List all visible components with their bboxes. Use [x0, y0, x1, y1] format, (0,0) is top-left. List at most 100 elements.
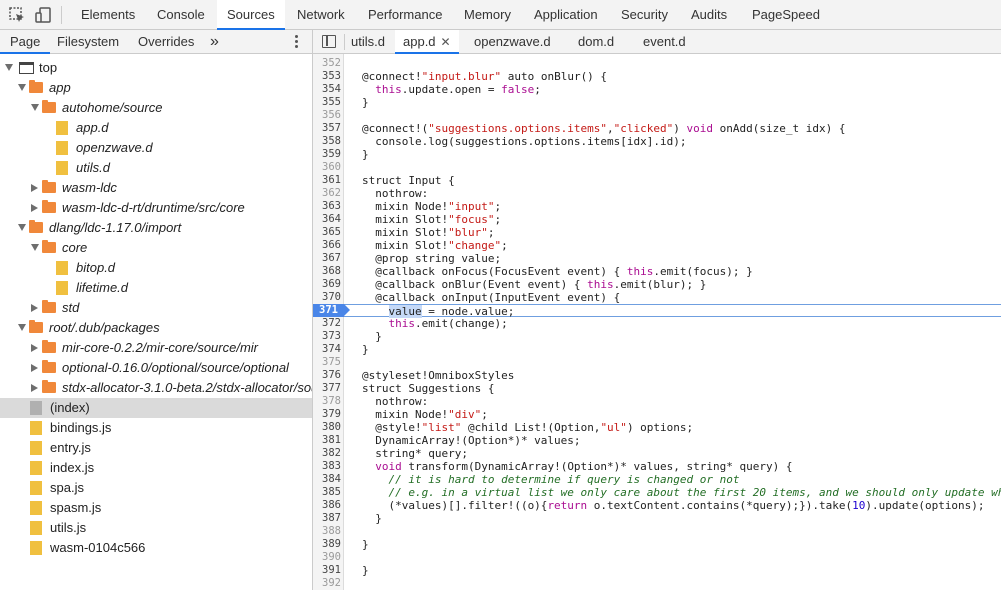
- line-number[interactable]: 355: [313, 96, 341, 109]
- line-number[interactable]: 372: [313, 317, 341, 330]
- tree-item[interactable]: bindings.js: [0, 418, 312, 438]
- editor-tab-dom-d[interactable]: dom.d: [578, 30, 614, 54]
- line-number[interactable]: 375: [313, 356, 341, 369]
- tree-item[interactable]: app: [0, 78, 312, 98]
- tree-item[interactable]: openzwave.d: [0, 138, 312, 158]
- line-number[interactable]: 383: [313, 460, 341, 473]
- tree-item[interactable]: wasm-ldc: [0, 178, 312, 198]
- tab-filesystem[interactable]: Filesystem: [57, 30, 119, 54]
- line-number[interactable]: 385: [313, 486, 341, 499]
- tab-performance[interactable]: Performance: [368, 0, 442, 30]
- line-number[interactable]: 358: [313, 135, 341, 148]
- tab-application[interactable]: Application: [534, 0, 598, 30]
- line-number[interactable]: 359: [313, 148, 341, 161]
- tree-item[interactable]: spasm.js: [0, 498, 312, 518]
- tree-item[interactable]: root/.dub/packages: [0, 318, 312, 338]
- line-number[interactable]: 362: [313, 187, 341, 200]
- line-number[interactable]: 369: [313, 278, 341, 291]
- tree-item[interactable]: utils.d: [0, 158, 312, 178]
- tab-sources[interactable]: Sources: [217, 0, 285, 30]
- collapsed-arrow-icon[interactable]: [31, 304, 38, 312]
- line-number[interactable]: 391: [313, 564, 341, 577]
- line-number[interactable]: 373: [313, 330, 341, 343]
- tab-network[interactable]: Network: [297, 0, 345, 30]
- line-number[interactable]: 364: [313, 213, 341, 226]
- inspect-element-icon[interactable]: [8, 6, 26, 24]
- tree-item[interactable]: top: [0, 58, 312, 78]
- line-number[interactable]: 376: [313, 369, 341, 382]
- line-number[interactable]: 361: [313, 174, 341, 187]
- tree-item[interactable]: autohome/source: [0, 98, 312, 118]
- tree-item[interactable]: wasm-ldc-d-rt/druntime/src/core: [0, 198, 312, 218]
- collapsed-arrow-icon[interactable]: [31, 204, 38, 212]
- line-number[interactable]: 365: [313, 226, 341, 239]
- tab-page[interactable]: Page: [0, 30, 51, 54]
- editor-tab-openzwave-d[interactable]: openzwave.d: [474, 30, 551, 54]
- tree-item[interactable]: index.js: [0, 458, 312, 478]
- line-number[interactable]: 380: [313, 421, 341, 434]
- line-number[interactable]: 379: [313, 408, 341, 421]
- tab-security[interactable]: Security: [621, 0, 668, 30]
- line-number[interactable]: 368: [313, 265, 341, 278]
- line-number[interactable]: 370: [313, 291, 341, 304]
- expanded-arrow-icon[interactable]: [18, 224, 26, 231]
- line-number[interactable]: 392: [313, 577, 341, 590]
- tree-item[interactable]: app.d: [0, 118, 312, 138]
- expanded-arrow-icon[interactable]: [31, 104, 39, 111]
- line-number[interactable]: 388: [313, 525, 341, 538]
- line-number[interactable]: 366: [313, 239, 341, 252]
- expanded-arrow-icon[interactable]: [18, 84, 26, 91]
- editor-tab-utils-d[interactable]: utils.d: [351, 30, 385, 54]
- tree-item[interactable]: optional-0.16.0/optional/source/optional: [0, 358, 312, 378]
- expanded-arrow-icon[interactable]: [31, 244, 39, 251]
- tree-item[interactable]: spa.js: [0, 478, 312, 498]
- tab-overrides[interactable]: Overrides: [138, 30, 194, 54]
- tab-pagespeed[interactable]: PageSpeed: [752, 0, 820, 30]
- close-tab-icon[interactable]: ✕: [441, 35, 451, 49]
- collapsed-arrow-icon[interactable]: [31, 184, 38, 192]
- tree-item[interactable]: mir-core-0.2.2/mir-core/source/mir: [0, 338, 312, 358]
- toggle-navigator-icon[interactable]: [322, 35, 336, 48]
- device-toolbar-icon[interactable]: [34, 6, 52, 24]
- collapsed-arrow-icon[interactable]: [31, 364, 38, 372]
- editor-tab-event-d[interactable]: event.d: [643, 30, 686, 54]
- tree-item[interactable]: wasm-0104c566: [0, 538, 312, 558]
- line-number[interactable]: 386: [313, 499, 341, 512]
- expanded-arrow-icon[interactable]: [18, 324, 26, 331]
- line-number[interactable]: 363: [313, 200, 341, 213]
- line-number[interactable]: 367: [313, 252, 341, 265]
- tree-item[interactable]: (index): [0, 398, 312, 418]
- tree-item[interactable]: utils.js: [0, 518, 312, 538]
- line-number[interactable]: 352: [313, 57, 341, 70]
- line-number[interactable]: 356: [313, 109, 341, 122]
- tree-item[interactable]: bitop.d: [0, 258, 312, 278]
- collapsed-arrow-icon[interactable]: [31, 344, 38, 352]
- breakpoint-marker[interactable]: 371: [313, 304, 350, 317]
- line-number[interactable]: 378: [313, 395, 341, 408]
- editor-tab-app-d[interactable]: app.d ✕: [395, 30, 459, 54]
- tree-item[interactable]: lifetime.d: [0, 278, 312, 298]
- tab-elements[interactable]: Elements: [81, 0, 135, 30]
- line-number[interactable]: 360: [313, 161, 341, 174]
- tab-console[interactable]: Console: [157, 0, 205, 30]
- line-number[interactable]: 381: [313, 434, 341, 447]
- collapsed-arrow-icon[interactable]: [31, 384, 38, 392]
- line-number[interactable]: 390: [313, 551, 341, 564]
- tree-item[interactable]: entry.js: [0, 438, 312, 458]
- more-tabs-button[interactable]: »: [210, 30, 219, 54]
- line-number[interactable]: 353: [313, 70, 341, 83]
- line-number[interactable]: 387: [313, 512, 341, 525]
- expanded-arrow-icon[interactable]: [5, 64, 13, 71]
- line-number[interactable]: 389: [313, 538, 341, 551]
- tree-item[interactable]: dlang/ldc-1.17.0/import: [0, 218, 312, 238]
- tree-item[interactable]: stdx-allocator-3.1.0-beta.2/stdx-allocat…: [0, 378, 312, 398]
- more-options-icon[interactable]: [293, 34, 299, 50]
- tab-audits[interactable]: Audits: [691, 0, 727, 30]
- tree-item[interactable]: core: [0, 238, 312, 258]
- line-number[interactable]: 357: [313, 122, 341, 135]
- tab-memory[interactable]: Memory: [464, 0, 511, 30]
- line-number[interactable]: 382: [313, 447, 341, 460]
- line-number[interactable]: 374: [313, 343, 341, 356]
- tree-item[interactable]: std: [0, 298, 312, 318]
- line-number[interactable]: 377: [313, 382, 341, 395]
